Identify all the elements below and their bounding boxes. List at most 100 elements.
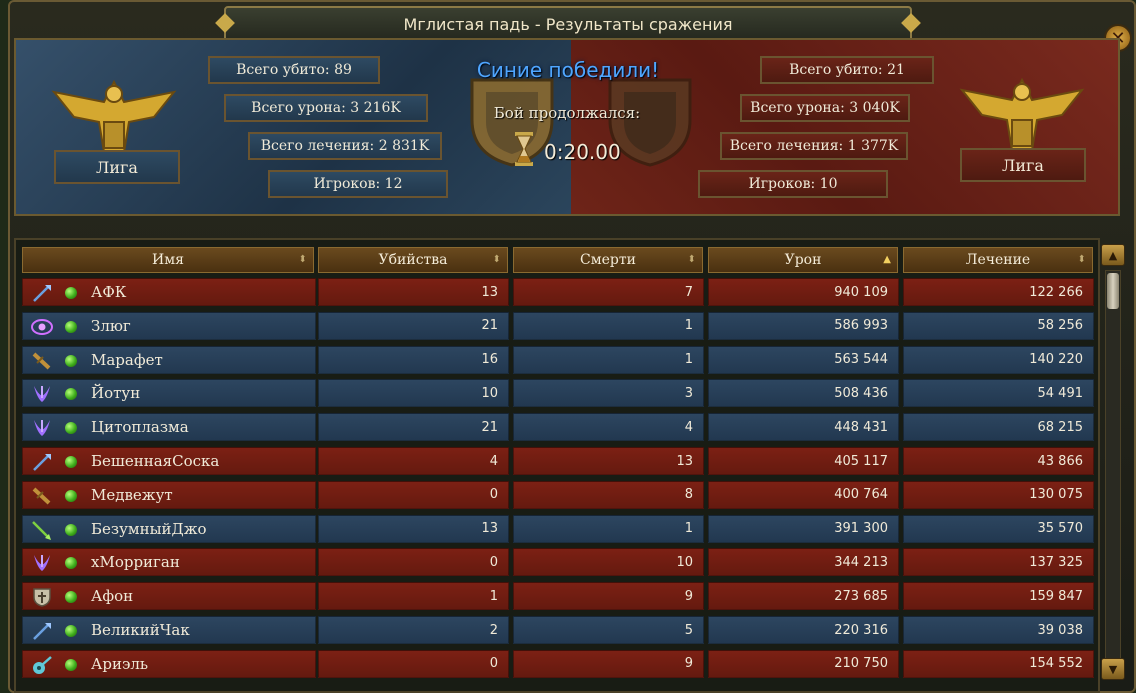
cell-deaths: 1 xyxy=(513,345,704,374)
cell-name: Злюг xyxy=(22,311,316,340)
cell-name-text: хМорриган xyxy=(91,553,180,572)
cell-name: БезумныйДжо xyxy=(22,514,316,543)
column-header-healing[interactable]: Лечение ⬍ xyxy=(903,247,1093,273)
cell-damage: 586 993 xyxy=(708,311,899,340)
table-row[interactable]: Ариэль 0 9 210 750 154 552 xyxy=(20,648,1098,680)
online-status-icon xyxy=(65,658,77,671)
shield-icon xyxy=(31,587,53,607)
cell-damage-text: 273 685 xyxy=(834,588,888,604)
table-row[interactable]: Йотун 10 3 508 436 54 491 xyxy=(20,377,1098,409)
table-row[interactable]: БешеннаяСоска 4 13 405 117 43 866 xyxy=(20,445,1098,477)
cell-deaths: 9 xyxy=(513,649,704,678)
cell-name-text: БешеннаяСоска xyxy=(91,452,220,470)
scroll-track[interactable] xyxy=(1105,270,1121,660)
cell-deaths-text: 10 xyxy=(676,554,693,570)
blue-total-kills: Всего убито: 89 xyxy=(208,56,380,84)
cell-damage-text: 563 544 xyxy=(834,352,888,368)
table-row[interactable]: АФК 13 7 940 109 122 266 xyxy=(20,276,1098,308)
cell-kills: 13 xyxy=(318,514,509,543)
cell-damage-text: 586 993 xyxy=(834,318,888,334)
cell-deaths: 7 xyxy=(513,278,704,306)
cell-damage: 391 300 xyxy=(708,514,899,543)
claw-icon xyxy=(31,384,53,404)
staff-icon xyxy=(31,452,53,472)
table-row[interactable]: Марафет 16 1 563 544 140 220 xyxy=(20,344,1098,376)
cell-name: Афон xyxy=(22,582,316,611)
cell-deaths-text: 1 xyxy=(684,352,693,368)
red-total-damage: Всего урона: 3 040K xyxy=(740,94,910,122)
cell-kills-text: 1 xyxy=(489,588,498,604)
cell-deaths-text: 7 xyxy=(684,284,693,300)
cell-name: ВеликийЧак xyxy=(22,616,316,644)
claw-icon xyxy=(31,553,53,573)
cell-name: АФК xyxy=(22,278,316,306)
cell-name-text: ВеликийЧак xyxy=(91,621,190,639)
cell-kills-text: 2 xyxy=(489,622,498,638)
cell-kills-text: 0 xyxy=(489,656,498,672)
cell-name-text: Ариэль xyxy=(91,654,149,673)
cell-kills-text: 21 xyxy=(481,419,498,435)
cell-damage: 344 213 xyxy=(708,548,899,577)
cell-kills: 2 xyxy=(318,616,509,644)
scroll-up-button[interactable]: ▲ xyxy=(1101,244,1125,266)
cell-healing-text: 43 866 xyxy=(1037,453,1084,469)
cell-healing: 35 570 xyxy=(903,514,1094,543)
blue-total-healing: Всего лечения: 2 831K xyxy=(248,132,442,160)
cell-damage-text: 448 431 xyxy=(834,419,888,435)
cell-kills-text: 13 xyxy=(481,284,498,300)
scroll-down-button[interactable]: ▼ xyxy=(1101,658,1125,680)
table-row[interactable]: Медвежут 0 8 400 764 130 075 xyxy=(20,479,1098,511)
cell-kills-text: 10 xyxy=(481,385,498,401)
cell-deaths-text: 9 xyxy=(684,656,693,672)
cell-damage-text: 344 213 xyxy=(834,554,888,570)
cell-deaths: 10 xyxy=(513,548,704,577)
table-row[interactable]: ВеликийЧак 2 5 220 316 39 038 xyxy=(20,614,1098,646)
column-header-name[interactable]: Имя ⬍ xyxy=(22,247,314,273)
cell-name: хМорриган xyxy=(22,548,316,577)
blue-league-label: Лига xyxy=(54,150,180,184)
cell-kills-text: 0 xyxy=(489,487,498,503)
cell-damage: 273 685 xyxy=(708,582,899,611)
table-row[interactable]: БезумныйДжо 13 1 391 300 35 570 xyxy=(20,513,1098,545)
cell-damage: 448 431 xyxy=(708,413,899,442)
column-header-kills[interactable]: Убийства ⬍ xyxy=(318,247,508,273)
scroll-thumb[interactable] xyxy=(1107,273,1119,309)
red-total-kills: Всего убито: 21 xyxy=(760,56,934,84)
cell-damage-text: 405 117 xyxy=(834,453,888,469)
sort-arrows-icon: ⬍ xyxy=(298,254,307,265)
sort-arrows-icon: ⬍ xyxy=(687,254,696,265)
cell-name: Ариэль xyxy=(22,649,316,678)
cell-kills-text: 4 xyxy=(489,453,498,469)
cell-healing: 54 491 xyxy=(903,379,1094,408)
table-row[interactable]: Афон 1 9 273 685 159 847 xyxy=(20,580,1098,612)
table-row[interactable]: Цитоплазма 21 4 448 431 68 215 xyxy=(20,411,1098,443)
cell-damage: 405 117 xyxy=(708,447,899,475)
column-header-deaths[interactable]: Смерти ⬍ xyxy=(513,247,703,273)
online-status-icon xyxy=(65,625,77,637)
cell-deaths: 1 xyxy=(513,514,704,543)
table-scrollbar[interactable]: ▲ ▼ xyxy=(1100,240,1128,693)
table-row[interactable]: Злюг 21 1 586 993 58 256 xyxy=(20,310,1098,342)
cell-kills: 16 xyxy=(318,345,509,374)
cell-kills: 13 xyxy=(318,278,509,306)
cell-healing: 130 075 xyxy=(903,480,1094,509)
window-titlebar: Мглистая падь - Результаты сражения xyxy=(215,6,921,42)
cell-name-text: Медвежут xyxy=(91,485,173,504)
table-row[interactable]: хМорриган 0 10 344 213 137 325 xyxy=(20,546,1098,578)
cell-kills: 1 xyxy=(318,582,509,611)
cell-healing-text: 159 847 xyxy=(1029,588,1083,604)
online-status-icon xyxy=(65,287,77,299)
cell-deaths-text: 5 xyxy=(684,622,693,638)
cell-kills: 0 xyxy=(318,649,509,678)
blue-players-count: Игроков: 12 xyxy=(268,170,448,198)
cell-healing: 140 220 xyxy=(903,345,1094,374)
hourglass-icon xyxy=(515,132,533,166)
column-header-damage[interactable]: Урон ▲ xyxy=(708,247,898,273)
cell-name: Марафет xyxy=(22,345,316,374)
cell-healing: 154 552 xyxy=(903,649,1094,678)
sword-icon xyxy=(31,351,53,371)
cell-name-text: Марафет xyxy=(91,350,163,369)
column-header-label: Имя xyxy=(152,252,184,268)
cell-deaths-text: 8 xyxy=(684,487,693,503)
online-status-icon xyxy=(65,320,77,333)
